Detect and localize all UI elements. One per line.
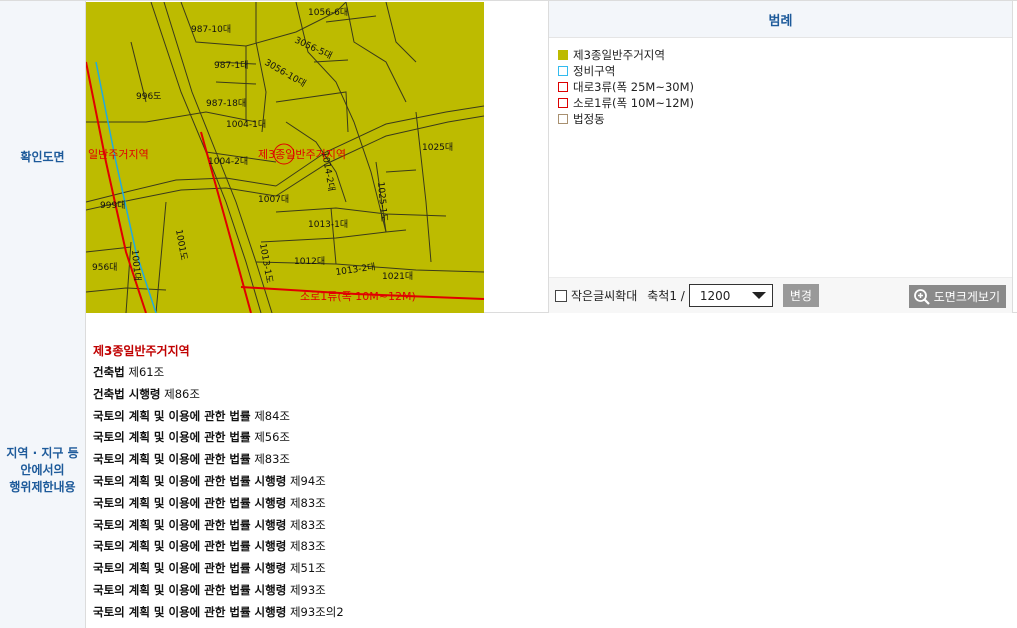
legend-item: 대로3류(폭 25M~30M): [558, 79, 1012, 95]
law-article: 제83조: [289, 539, 326, 554]
zone-name: 제3종일반주거지역: [93, 344, 190, 358]
map-label: 996도: [136, 92, 161, 102]
legend-item: 정비구역: [558, 63, 1012, 79]
legend-swatch-outline-icon: [558, 82, 568, 92]
legend-list: 제3종일반주거지역 정비구역 대로3류(폭 25M~30M) 소로1류(폭 10…: [549, 38, 1012, 127]
road-label: 소로1류(폭 10M~12M): [300, 290, 416, 303]
map-label: 987-1대: [214, 60, 248, 71]
map-section-header: 확인도면: [0, 1, 86, 313]
map-label: 1013-1대: [308, 219, 348, 230]
legend-panel: 범례 제3종일반주거지역 정비구역 대로3류(폭 25M~30M) 소로1류(폭…: [548, 1, 1013, 313]
map-label: 999대: [100, 200, 125, 211]
zoom-in-icon: [913, 288, 930, 305]
law-item[interactable]: 국토의 계획 및 이용에 관한 법률 시행령 제93조: [93, 580, 1017, 602]
law-name: 국토의 계획 및 이용에 관한 법률 시행령: [93, 473, 287, 488]
map-label: 956대: [92, 262, 117, 273]
scale-select-value: 1200: [699, 288, 731, 303]
rules-header-line: 안에서의: [20, 463, 65, 477]
map-row: 확인도면 987-10대 1056-6대 3056-5대 3056-10대 99…: [0, 0, 1017, 313]
law-item[interactable]: 국토의 계획 및 이용에 관한 법률 시행령 제51조: [93, 558, 1017, 580]
law-name: 건축법: [93, 365, 125, 379]
law-item[interactable]: 국토의 계획 및 이용에 관한 법률 시행령 제83조: [93, 536, 1017, 558]
legend-item-label: 제3종일반주거지역: [573, 48, 665, 62]
legend-item-label: 정비구역: [573, 64, 616, 78]
law-name: 건축법 시행령: [93, 386, 161, 401]
law-article: 제84조: [254, 408, 291, 423]
map-label: 1004-1대: [226, 119, 266, 130]
legend-swatch-outline-icon: [558, 98, 568, 108]
law-item[interactable]: 국토의 계획 및 이용에 관한 법률 제84조: [93, 406, 1017, 428]
rules-body: 제3종일반주거지역 건축법 제61조 건축법 시행령 제86조 국토의 계획 및…: [87, 313, 1017, 628]
law-item[interactable]: 국토의 계획 및 이용에 관한 법률 시행령 제93조의2: [93, 602, 1017, 624]
cadastral-map[interactable]: 987-10대 1056-6대 3056-5대 3056-10대 996도 98…: [86, 2, 484, 313]
rules-section-header: 지역 · 지구 등 안에서의 행위제한내용: [0, 313, 86, 628]
map-label: 1007대: [258, 194, 289, 205]
enlarge-map-label: 도면크게보기: [933, 290, 1000, 304]
legend-item-label: 대로3류(폭 25M~30M): [573, 80, 695, 94]
law-article: 제94조: [289, 473, 326, 488]
law-item[interactable]: 국토의 계획 및 이용에 관한 법률 시행령 제94조: [93, 471, 1017, 493]
law-article: 제83조: [289, 495, 326, 510]
law-article: 제93조의2: [289, 604, 344, 619]
legend-item: 제3종일반주거지역: [558, 47, 1012, 63]
legend-title: 범례: [549, 1, 1012, 38]
scale-label: 축척1 /: [647, 289, 685, 303]
map-label: 1021대: [382, 271, 413, 282]
law-item[interactable]: 국토의 계획 및 이용에 관한 법률 제83조: [93, 449, 1017, 471]
law-item[interactable]: 건축법 제61조: [93, 362, 1017, 384]
legend-swatch-outline-icon: [558, 114, 568, 124]
law-item[interactable]: 국토의 계획 및 이용에 관한 법률 시행령 제83조: [93, 493, 1017, 515]
law-article: 제83조: [254, 452, 291, 467]
law-item[interactable]: 국토의 계획 및 이용에 관한 법률 시행령 제83조: [93, 515, 1017, 537]
law-name: 국토의 계획 및 이용에 관한 법률 시행령: [93, 539, 287, 554]
law-name: 국토의 계획 및 이용에 관한 법률: [93, 430, 251, 445]
map-label: 987-18대: [206, 98, 246, 109]
legend-item-label: 법정동: [573, 112, 605, 126]
legend-item: 법정동: [558, 111, 1012, 127]
law-name: 국토의 계획 및 이용에 관한 법률 시행령: [93, 561, 287, 576]
rules-header-line: 행위제한내용: [9, 480, 76, 494]
map-label: 1004-2대: [208, 156, 248, 167]
law-name: 국토의 계획 및 이용에 관한 법률 시행령: [93, 517, 287, 532]
rules-row: 지역 · 지구 등 안에서의 행위제한내용 제3종일반주거지역 건축법 제61조…: [0, 313, 1017, 628]
map-canvas: 987-10대 1056-6대 3056-5대 3056-10대 996도 98…: [86, 2, 484, 313]
legend-swatch-outline-icon: [558, 66, 568, 76]
enlarge-map-button[interactable]: 도면크게보기: [908, 285, 1006, 308]
rules-header-line: 지역 · 지구 등: [6, 446, 79, 460]
zone-label: 일반주거지역: [88, 147, 149, 161]
zone-label: 제3종일반주거지역: [258, 147, 346, 161]
legend-item: 소로1류(폭 10M~12M): [558, 95, 1012, 111]
law-name: 국토의 계획 및 이용에 관한 법률 시행령: [93, 604, 287, 619]
law-name: 국토의 계획 및 이용에 관한 법률 시행령: [93, 582, 287, 597]
law-name: 국토의 계획 및 이용에 관한 법률 시행령: [93, 495, 287, 510]
chevron-down-icon: [751, 292, 766, 299]
law-article: 제56조: [254, 430, 291, 445]
map-toolbar: 작은글씨확대 축척1 / 1200 변경 도면크게보기: [549, 277, 1012, 313]
law-name: 국토의 계획 및 이용에 관한 법률: [93, 452, 251, 467]
map-label: 1025대: [422, 142, 453, 153]
small-text-zoom-checkbox[interactable]: [555, 289, 567, 302]
law-article: 제83조: [289, 517, 326, 532]
law-article: 제93조: [289, 582, 326, 597]
legend-item-label: 소로1류(폭 10M~12M): [573, 96, 695, 110]
small-text-zoom-label[interactable]: 작은글씨확대: [571, 287, 637, 304]
map-label: 987-10대: [191, 24, 231, 35]
map-label: 1056-6대: [308, 7, 348, 18]
legend-swatch-fill-icon: [558, 50, 568, 60]
map-label: 1012대: [294, 256, 325, 267]
law-article: 제61조: [128, 365, 165, 379]
law-name: 국토의 계획 및 이용에 관한 법률: [93, 408, 251, 423]
change-scale-button[interactable]: 변경: [782, 284, 819, 307]
law-item[interactable]: 건축법 시행령 제86조: [93, 384, 1017, 406]
scale-select[interactable]: 1200: [688, 284, 773, 307]
law-article: 제86조: [164, 386, 200, 401]
law-item[interactable]: 국토의 계획 및 이용에 관한 법률 제56조: [93, 427, 1017, 449]
law-article: 제51조: [289, 561, 326, 576]
